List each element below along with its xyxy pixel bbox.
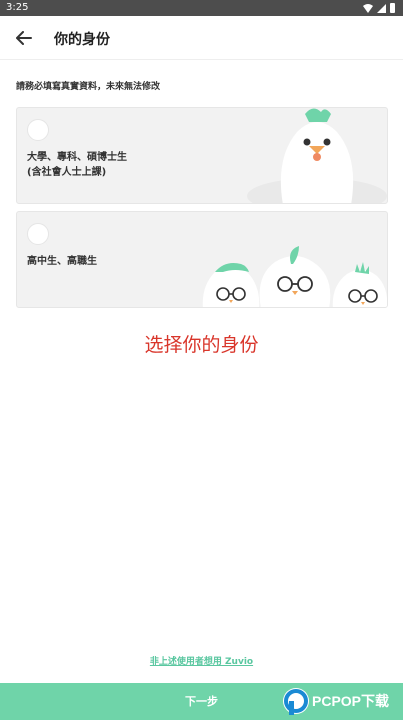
battery-icon (390, 3, 395, 13)
page-title: 你的身份 (54, 32, 110, 48)
instruction-text: 請務必填寫真實資料，未來無法修改 (16, 82, 161, 92)
option-label: 高中生、高職生 (27, 254, 97, 269)
arrow-left-icon (16, 31, 32, 45)
signal-icon (377, 3, 386, 13)
chicken-illustration (247, 108, 387, 203)
status-icons (363, 3, 395, 13)
birds-illustration (202, 246, 387, 307)
watermark-logo: PCPOP下载 (283, 688, 389, 715)
radio-button[interactable] (27, 223, 49, 245)
option-high-school[interactable]: 高中生、高職生 (16, 211, 388, 308)
option-label-line1: 高中生、高職生 (27, 256, 97, 267)
option-label-line1: 大學、專科、碩博士生 (27, 152, 127, 163)
non-user-link[interactable]: 非上述使用者想用 Zuvio (0, 654, 403, 667)
option-label-line2: (含社會人士上課) (27, 167, 107, 178)
wifi-icon (363, 3, 373, 13)
radio-button[interactable] (27, 119, 49, 141)
overlay-caption: 选择你的身份 (144, 334, 259, 356)
option-label: 大學、專科、碩博士生 (含社會人士上課) (27, 150, 127, 180)
back-button[interactable] (12, 28, 36, 48)
app-bar: 你的身份 (0, 16, 403, 60)
status-time: 3:25 (6, 2, 29, 13)
status-bar: 3:25 (0, 0, 403, 16)
watermark-text: PCPOP下载 (312, 693, 389, 709)
option-university[interactable]: 大學、專科、碩博士生 (含社會人士上課) (16, 107, 388, 204)
